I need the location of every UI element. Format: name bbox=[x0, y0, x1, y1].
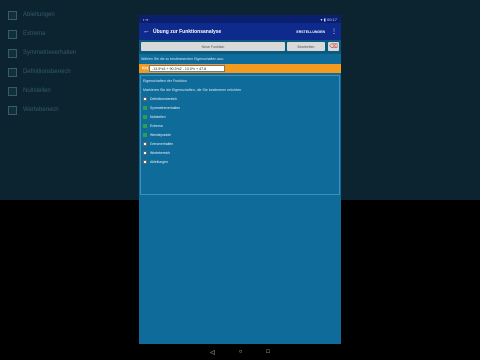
nav-back-icon[interactable]: ◁ bbox=[210, 349, 215, 356]
tablet-screen: ▪ ▪▪ ▾ ▮ 00:17 ← Übung zur Funktionsanal… bbox=[139, 15, 341, 360]
background-row: Ableitungen bbox=[8, 10, 55, 20]
property-label: Wendepunkte bbox=[150, 132, 171, 137]
background-row-label: Symmetrieverhalten bbox=[23, 50, 77, 56]
property-label: Symmetrieverhalten bbox=[150, 105, 181, 110]
background-row: Nullstellen bbox=[8, 86, 51, 96]
property-label: Nullstellen bbox=[150, 114, 166, 119]
property-checkbox[interactable] bbox=[143, 105, 147, 110]
android-nav-bar: ◁ ○ □ bbox=[139, 344, 341, 360]
nav-home-icon[interactable]: ○ bbox=[239, 349, 243, 355]
background-row-label: Definitionsbereich bbox=[23, 69, 71, 75]
property-checkbox[interactable] bbox=[143, 96, 147, 101]
background-checkbox bbox=[8, 29, 17, 39]
background-row-label: Wertebereich bbox=[23, 107, 59, 113]
edit-button[interactable]: Bearbeiten bbox=[287, 42, 325, 51]
properties-heading: Eigenschaften der Funktion bbox=[143, 79, 187, 83]
status-bar: ▪ ▪▪ ▾ ▮ 00:17 bbox=[139, 15, 341, 23]
app-title: Übung zur Funktionsanalyse bbox=[153, 28, 222, 35]
background-row-label: Extrema bbox=[23, 31, 46, 37]
property-checkbox[interactable] bbox=[143, 132, 147, 137]
property-item[interactable]: Grenzverhalten bbox=[143, 141, 173, 146]
property-checkbox[interactable] bbox=[143, 150, 147, 155]
property-item[interactable]: Ableitungen bbox=[143, 159, 168, 164]
background-checkbox bbox=[8, 105, 17, 115]
hint-text: Wählen Sie die zu bestimmenden Eigenscha… bbox=[141, 57, 224, 61]
property-item[interactable]: Wendepunkte bbox=[143, 132, 171, 137]
property-checkbox[interactable] bbox=[143, 114, 147, 119]
property-checkbox[interactable] bbox=[143, 141, 147, 146]
property-item[interactable]: Nullstellen bbox=[143, 114, 166, 119]
nav-recent-icon[interactable]: □ bbox=[266, 349, 270, 355]
delete-icon[interactable]: ⌫ bbox=[328, 42, 339, 51]
property-label: Ableitungen bbox=[150, 159, 168, 164]
back-arrow-icon[interactable]: ← bbox=[143, 28, 153, 35]
property-checkbox[interactable] bbox=[143, 159, 147, 164]
new-function-button[interactable]: Neue Funktion bbox=[141, 42, 285, 51]
background-row-label: Nullstellen bbox=[23, 88, 51, 94]
status-left: ▪ ▪▪ bbox=[143, 16, 149, 22]
properties-panel: Eigenschaften der Funktion Markieren Sie… bbox=[140, 75, 340, 195]
background-panel-right bbox=[342, 0, 480, 200]
action-button[interactable]: ERSTELLUNGEN bbox=[296, 30, 325, 34]
status-right: ▾ ▮ 00:17 bbox=[320, 16, 337, 22]
main-content: Neue Funktion Bearbeiten ⌫ Wählen Sie di… bbox=[139, 40, 341, 344]
app-bar: ← Übung zur Funktionsanalyse ERSTELLUNGE… bbox=[139, 23, 341, 40]
property-label: Definitionsbereich bbox=[150, 96, 177, 101]
overflow-menu-icon[interactable]: ⋮ bbox=[331, 28, 337, 35]
property-checkbox[interactable] bbox=[143, 123, 147, 128]
background-checkbox bbox=[8, 10, 17, 20]
property-label: Wertebereich bbox=[150, 150, 171, 155]
button-row: Neue Funktion Bearbeiten ⌫ bbox=[139, 40, 341, 54]
property-label: Grenzverhalten bbox=[150, 141, 174, 146]
property-item[interactable]: Extrema bbox=[143, 123, 163, 128]
function-input[interactable]: -13.9*x3 + 90.3*x2 - 13.0*x + 47.8 bbox=[149, 65, 225, 72]
background-row: Definitionsbereich bbox=[8, 67, 71, 77]
property-item[interactable]: Wertebereich bbox=[143, 150, 170, 155]
function-bar: f(x) = -13.9*x3 + 90.3*x2 - 13.0*x + 47.… bbox=[139, 64, 341, 73]
property-item[interactable]: Definitionsbereich bbox=[143, 96, 177, 101]
property-label: Extrema bbox=[150, 123, 163, 128]
property-item[interactable]: Symmetrieverhalten bbox=[143, 105, 180, 110]
background-row: Wertebereich bbox=[8, 105, 59, 115]
background-row: Extrema bbox=[8, 29, 45, 39]
background-checkbox bbox=[8, 86, 17, 96]
background-row-label: Ableitungen bbox=[23, 12, 55, 18]
properties-instruction: Markieren Sie die Eigenschaften, die Sie… bbox=[143, 88, 242, 92]
background-checkbox bbox=[8, 67, 17, 77]
background-row: Symmetrieverhalten bbox=[8, 48, 76, 58]
background-checkbox bbox=[8, 48, 17, 58]
